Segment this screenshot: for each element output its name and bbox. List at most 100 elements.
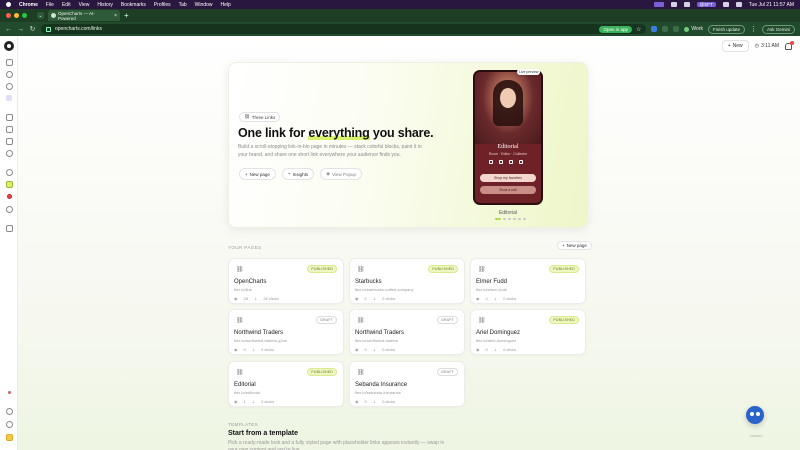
page-card-url: flex.to/starbucks-coffee-company	[355, 287, 414, 292]
page-card-stats: ◉ 0 ⇣ 0 clicks	[476, 347, 516, 352]
status-icon[interactable]	[683, 2, 690, 7]
menu-profiles[interactable]: Profiles	[154, 2, 171, 8]
page-card[interactable]: ⛓ DRAFT Northwind Traders flex.to/northwind…	[228, 309, 344, 355]
carousel-dot[interactable]	[513, 218, 516, 220]
globe-icon[interactable]	[6, 206, 13, 213]
page-card[interactable]: ⛓ PUBLISHED Elmer Fudd flex.to/elmer-fudd ◉ 0…	[470, 258, 586, 304]
apple-icon[interactable]	[6, 2, 11, 7]
clicks-icon: ⇣	[493, 347, 498, 352]
new-button[interactable]: + New	[721, 40, 749, 52]
wifi-icon[interactable]	[722, 2, 729, 7]
link-icon: ⛓	[236, 267, 244, 273]
menubar-datetime[interactable]: Tue Jul 21 11:57 AM	[749, 2, 794, 8]
page-card[interactable]: ⛓ DRAFT Sebanda Insurance flex.to/sebanda-i…	[349, 361, 465, 407]
clicks-icon: ⇣	[251, 347, 256, 352]
insights-button[interactable]: ⌁ Insights	[281, 168, 315, 180]
hero-pill[interactable]: ⛓ Three Links	[239, 112, 281, 122]
reload-icon[interactable]: ↻	[29, 25, 36, 33]
tab-search-icon[interactable]: ⌄	[37, 12, 44, 19]
extension-icon[interactable]	[651, 26, 658, 32]
control-center-icon[interactable]	[735, 2, 742, 7]
carousel-dot[interactable]	[523, 218, 526, 220]
presentations-icon[interactable]	[6, 138, 13, 145]
workspace-icon[interactable]	[6, 95, 12, 101]
theme-carousel-dots[interactable]	[495, 218, 526, 220]
finish-update-button[interactable]: Finish update	[707, 24, 745, 34]
site-info-icon[interactable]	[46, 26, 51, 32]
extensions-puzzle-icon[interactable]	[673, 26, 680, 32]
templates-subtitle: Pick a ready-made look and a fully style…	[228, 440, 445, 450]
new-page-button[interactable]: + New page	[239, 168, 276, 180]
clock-widget[interactable]: ◷ 3:11 AM	[755, 43, 779, 49]
search-icon[interactable]	[6, 83, 13, 90]
page-card-url: flex.to/northwind-traders-g2xe	[234, 338, 287, 343]
user-avatar[interactable]	[6, 434, 13, 441]
templates-label: TEMPLATES	[228, 422, 259, 427]
recording-icon[interactable]	[7, 194, 12, 199]
status-chip[interactable]: @SFT	[696, 2, 716, 7]
page-card[interactable]: ⛓ PUBLISHED OpenCharts flex.to/link ◉ 28 ⇣ 26 c…	[228, 258, 344, 304]
browser-tab[interactable]: OpenCharts — AI-Powered ×	[48, 10, 120, 21]
close-window-button[interactable]	[6, 13, 11, 18]
app-logo[interactable]	[4, 41, 14, 51]
page-card-clicks: 0 clicks	[382, 296, 396, 301]
settings-icon[interactable]	[6, 421, 13, 428]
documents-icon[interactable]	[6, 114, 13, 121]
notifications-icon[interactable]	[785, 40, 794, 50]
carousel-dot[interactable]	[508, 218, 511, 220]
tiktok-icon	[509, 160, 513, 164]
close-tab-icon[interactable]: ×	[114, 13, 117, 19]
browser-menu-icon[interactable]: ⋮	[750, 25, 757, 33]
assistant-bot-button[interactable]	[746, 406, 764, 424]
extension-icon[interactable]	[662, 26, 669, 32]
help-icon[interactable]	[6, 408, 13, 415]
ask-gemini-button[interactable]: Ask Gemini	[761, 24, 795, 34]
charts-icon[interactable]	[6, 126, 13, 133]
view-popup-button[interactable]: ◉ View Popup	[320, 168, 363, 180]
menu-history[interactable]: History	[97, 2, 113, 8]
edit-icon[interactable]	[6, 225, 13, 232]
menu-bookmarks[interactable]: Bookmarks	[121, 2, 146, 8]
zoom-window-button[interactable]	[22, 13, 27, 18]
page-card[interactable]: ⛓ DRAFT Northwind Traders flex.to/northwind…	[349, 309, 465, 355]
menu-edit[interactable]: Edit	[62, 2, 71, 8]
status-badge: PUBLISHED	[307, 368, 337, 376]
profile-button[interactable]: Work	[684, 26, 703, 32]
carousel-dot[interactable]	[495, 218, 501, 220]
status-chip-icon[interactable]	[653, 2, 664, 7]
links-icon[interactable]	[6, 181, 13, 188]
open-in-app-button[interactable]: Open in app	[599, 25, 632, 33]
automations-icon[interactable]	[6, 169, 13, 176]
menu-window[interactable]: Window	[195, 2, 213, 8]
instagram-icon	[489, 160, 493, 164]
carousel-dot[interactable]	[518, 218, 521, 220]
menu-help[interactable]: Help	[220, 2, 230, 8]
menu-tab[interactable]: Tab	[179, 2, 187, 8]
page-card[interactable]: ⛓ PUBLISHED Ariel Dominguez flex.to/ariel-d…	[470, 309, 586, 355]
sidebar-toggle-icon[interactable]	[6, 59, 13, 66]
views-icon: ◉	[355, 296, 359, 301]
new-page-button[interactable]: + New page	[557, 241, 592, 250]
new-tab-icon[interactable]: +	[124, 11, 129, 20]
back-icon[interactable]: ←	[5, 26, 12, 33]
page-card[interactable]: ⛓ PUBLISHED Editorial flex.to/editorial ◉ 1 ⇣ 0…	[228, 361, 344, 407]
bookmark-star-icon[interactable]: ☆	[636, 26, 641, 33]
chart-icon: ⌁	[287, 171, 291, 176]
clicks-icon: ⇣	[372, 296, 377, 301]
home-icon[interactable]	[6, 71, 13, 78]
menu-view[interactable]: View	[79, 2, 90, 8]
menu-app-name[interactable]: Chrome	[19, 2, 38, 8]
status-icon[interactable]	[670, 2, 677, 7]
explore-icon[interactable]	[6, 150, 13, 157]
carousel-dot[interactable]	[503, 218, 506, 220]
phone-preview[interactable]: Editorial Room · Editor · Collector Shop…	[473, 70, 543, 205]
page-card-views: 0	[364, 347, 367, 352]
menu-file[interactable]: File	[46, 2, 54, 8]
page-card[interactable]: ⛓ PUBLISHED Starbucks flex.to/starbucks-cof…	[349, 258, 465, 304]
live-preview-badge: Live preview	[517, 69, 541, 75]
url-text[interactable]: opencharts.com/links	[55, 26, 102, 32]
forward-icon[interactable]: →	[17, 26, 24, 33]
minimize-window-button[interactable]	[14, 13, 19, 18]
address-bar[interactable]: opencharts.com/links Open in app ☆	[41, 24, 647, 34]
assistant-bot-shadow	[749, 435, 763, 437]
